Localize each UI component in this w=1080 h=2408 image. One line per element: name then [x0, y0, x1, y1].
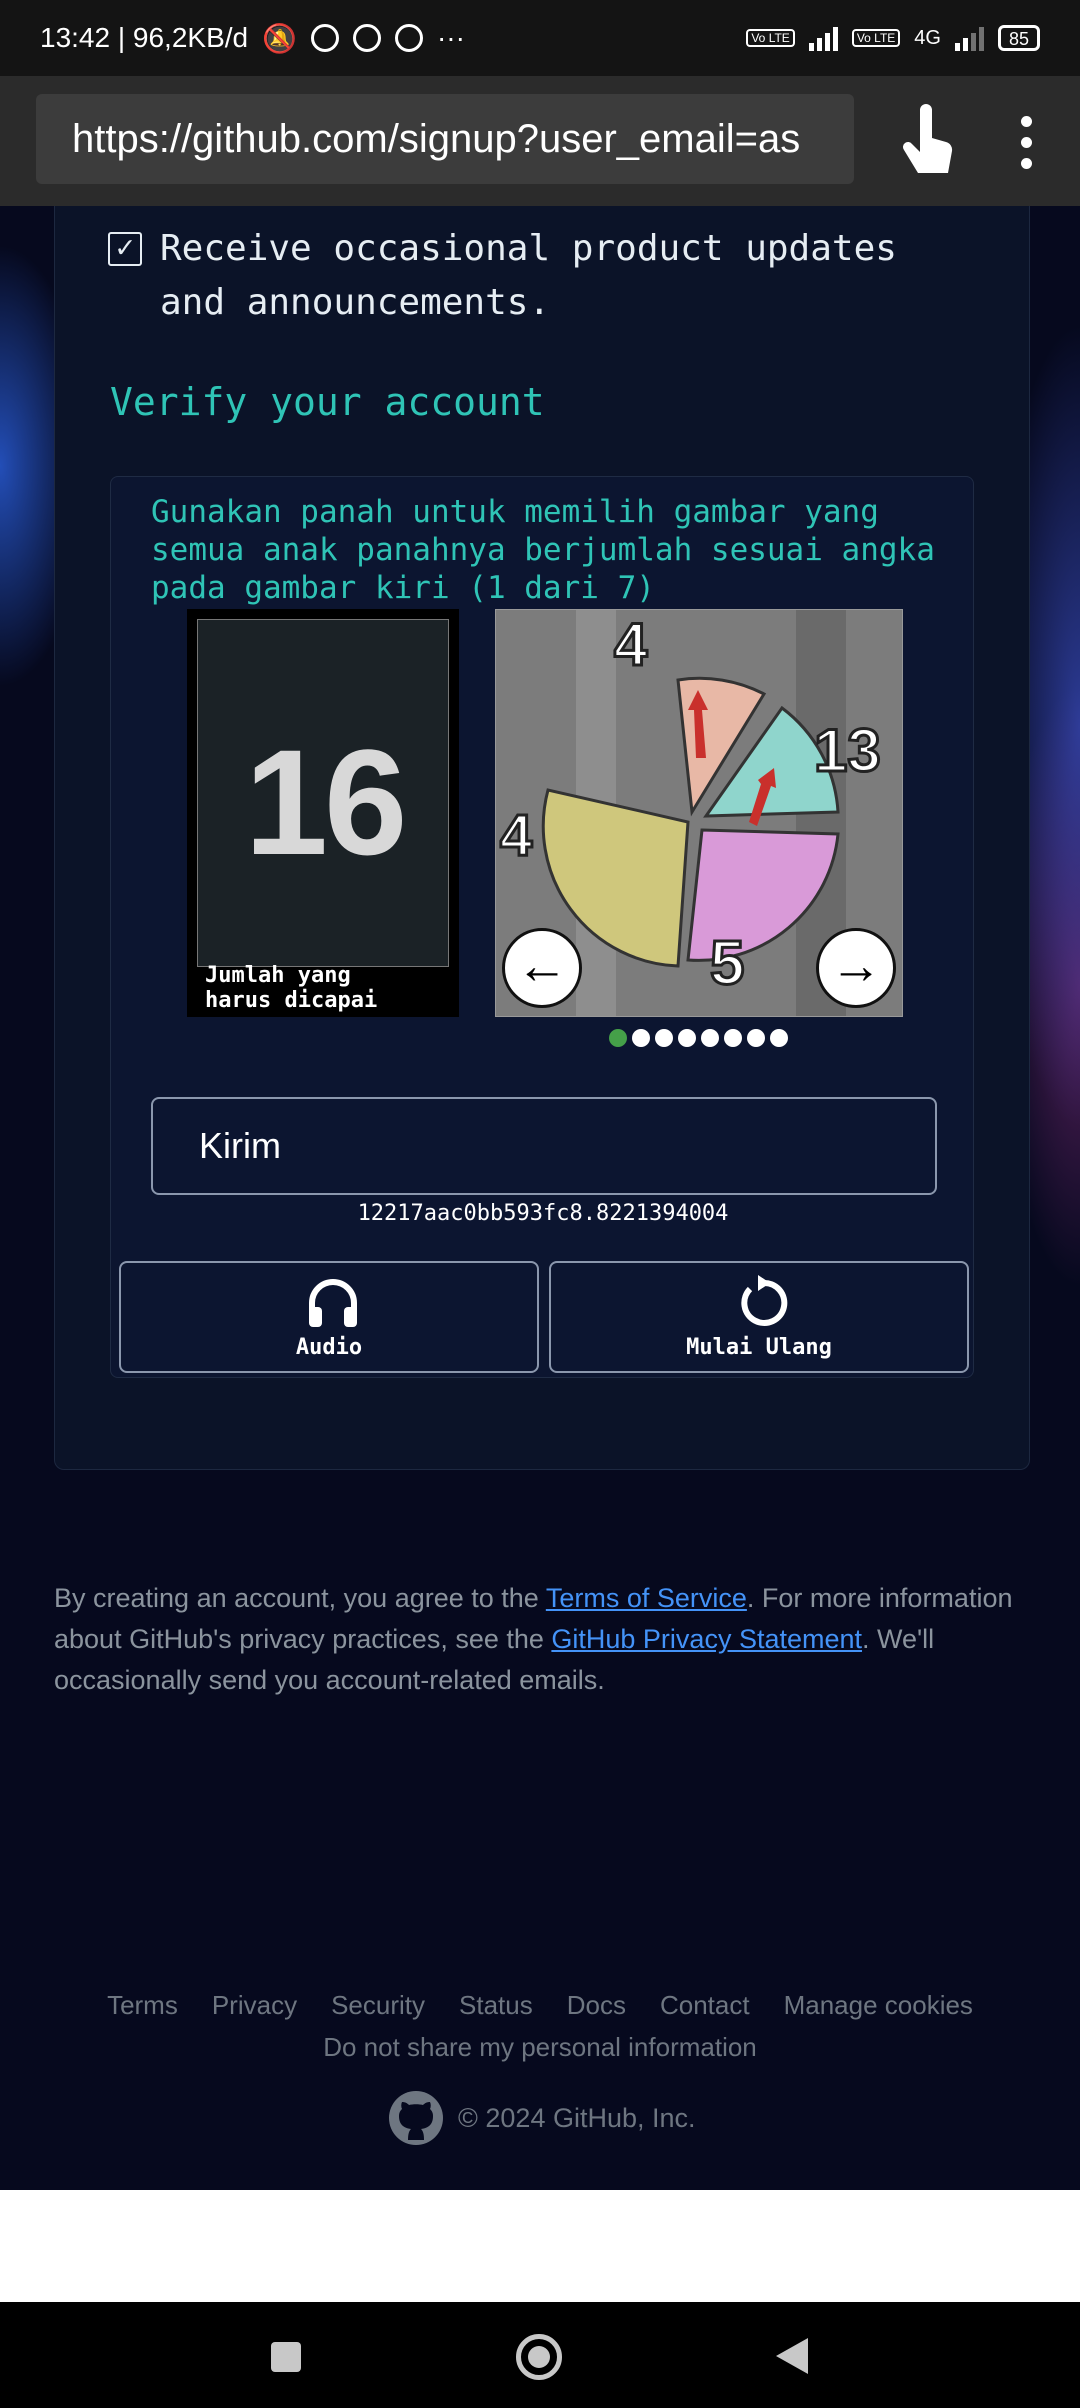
volte-icon: Vo LTE — [746, 29, 795, 47]
headphones-icon — [309, 1279, 357, 1327]
captcha-widget: Gunakan panah untuk memilih gambar yang … — [110, 476, 974, 1378]
verify-title: Verify your account — [110, 380, 545, 424]
page-dot-1 — [609, 1029, 627, 1047]
privacy-statement-link[interactable]: GitHub Privacy Statement — [551, 1624, 862, 1654]
wheel-number-bottom: 5 — [708, 928, 746, 1000]
updates-checkbox-row[interactable]: ✓ Receive occasional product updates and… — [108, 222, 968, 330]
next-arrow-button[interactable]: → — [816, 928, 896, 1008]
footer-link-terms[interactable]: Terms — [107, 1990, 178, 2020]
footer-link-privacy[interactable]: Privacy — [212, 1990, 297, 2020]
captcha-choice-image: 4 13 5 4 ← → — [495, 609, 903, 1017]
footer-link-contact[interactable]: Contact — [660, 1990, 750, 2020]
updates-checkbox[interactable]: ✓ — [108, 232, 142, 266]
blank-area — [0, 2190, 1080, 2302]
status-time: 13:42 | 96,2KB/d — [40, 22, 249, 53]
wheel-number-top: 4 — [612, 610, 648, 680]
status-right: Vo LTE Vo LTE 4G 85 — [746, 25, 1040, 51]
target-image-frame: 16 — [197, 619, 449, 967]
target-number: 16 — [244, 718, 408, 886]
captcha-instruction: Gunakan panah untuk memilih gambar yang … — [151, 494, 935, 606]
footer-link-row: Terms Privacy Security Status Docs Contact Man… — [0, 1990, 1080, 2021]
system-nav-bar — [0, 2302, 1080, 2408]
page-dot-8 — [770, 1029, 788, 1047]
legal-text-1: By creating an account, you agree to the — [54, 1583, 546, 1613]
url-field[interactable]: https://github.com/signup?user_email=as — [36, 94, 854, 184]
restart-button[interactable]: Mulai Ulang — [549, 1261, 969, 1373]
footer-links: Terms Privacy Security Status Docs Contact Man… — [0, 1990, 1080, 2062]
updates-checkbox-label: Receive occasional product updates and a… — [160, 228, 897, 323]
do-not-share-link[interactable]: Do not share my personal information — [0, 2032, 1080, 2063]
page-dot-3 — [655, 1029, 673, 1047]
status-left: 13:42 | 96,2KB/d 🔕 ··· — [40, 22, 465, 55]
page-dot-7 — [747, 1029, 765, 1047]
whatsapp-icon — [310, 24, 339, 52]
audio-button-label: Audio — [295, 1335, 363, 1360]
page-dot-4 — [678, 1029, 696, 1047]
battery-icon: 85 — [997, 25, 1040, 51]
terms-of-service-link[interactable]: Terms of Service — [546, 1583, 747, 1613]
wheel-number-left: 4 — [498, 802, 533, 870]
prev-arrow-button[interactable]: ← — [502, 928, 582, 1008]
wheel-number-right: 13 — [813, 716, 883, 786]
target-caption-line1: Jumlah yang — [205, 963, 351, 988]
telegram-icon — [352, 24, 381, 52]
more-notifications-icon: ··· — [436, 22, 465, 53]
copyright-text: © 2024 GitHub, Inc. — [458, 2102, 696, 2133]
captcha-target-image: 16 Jumlah yang harus dicapai — [187, 609, 459, 1017]
signal-icon-2 — [954, 25, 984, 51]
bell-muted-icon: 🔕 — [262, 22, 297, 54]
telegram-icon-2 — [394, 24, 423, 52]
page-dot-6 — [724, 1029, 742, 1047]
footer-link-status[interactable]: Status — [459, 1990, 533, 2020]
footer-copyright: © 2024 GitHub, Inc. — [388, 2090, 696, 2146]
restart-button-label: Mulai Ulang — [686, 1335, 832, 1360]
more-menu-icon[interactable] — [1016, 116, 1036, 176]
legal-notice: By creating an account, you agree to the… — [54, 1578, 1034, 1701]
home-icon[interactable] — [516, 2334, 562, 2380]
target-caption-line2: harus dicapai — [205, 988, 378, 1013]
volte-icon-2: Vo LTE — [851, 29, 901, 47]
touch-icon[interactable] — [898, 104, 958, 180]
captcha-token: 12217aac0bb593fc8.8221394004 — [357, 1201, 729, 1226]
browser-toolbar: https://github.com/signup?user_email=as — [0, 76, 1080, 206]
page-indicator — [609, 1029, 788, 1047]
restart-icon — [741, 1275, 788, 1326]
target-caption: Jumlah yang harus dicapai — [205, 963, 377, 1013]
recents-icon[interactable] — [271, 2342, 301, 2372]
footer-link-docs[interactable]: Docs — [567, 1990, 626, 2020]
status-bar: 13:42 | 96,2KB/d 🔕 ··· Vo LTE Vo LTE 4G … — [0, 0, 1080, 76]
footer-link-manage-cookies[interactable]: Manage cookies — [784, 1990, 973, 2020]
network-type: 4G — [914, 26, 941, 49]
page-dot-2 — [632, 1029, 650, 1047]
footer-link-security[interactable]: Security — [331, 1990, 425, 2020]
signal-icon — [808, 25, 838, 51]
page-dot-5 — [701, 1029, 719, 1047]
audio-button[interactable]: Audio — [119, 1261, 539, 1373]
github-logo-icon — [389, 2091, 443, 2145]
submit-button[interactable]: Kirim — [151, 1097, 937, 1195]
back-icon[interactable] — [776, 2338, 808, 2374]
